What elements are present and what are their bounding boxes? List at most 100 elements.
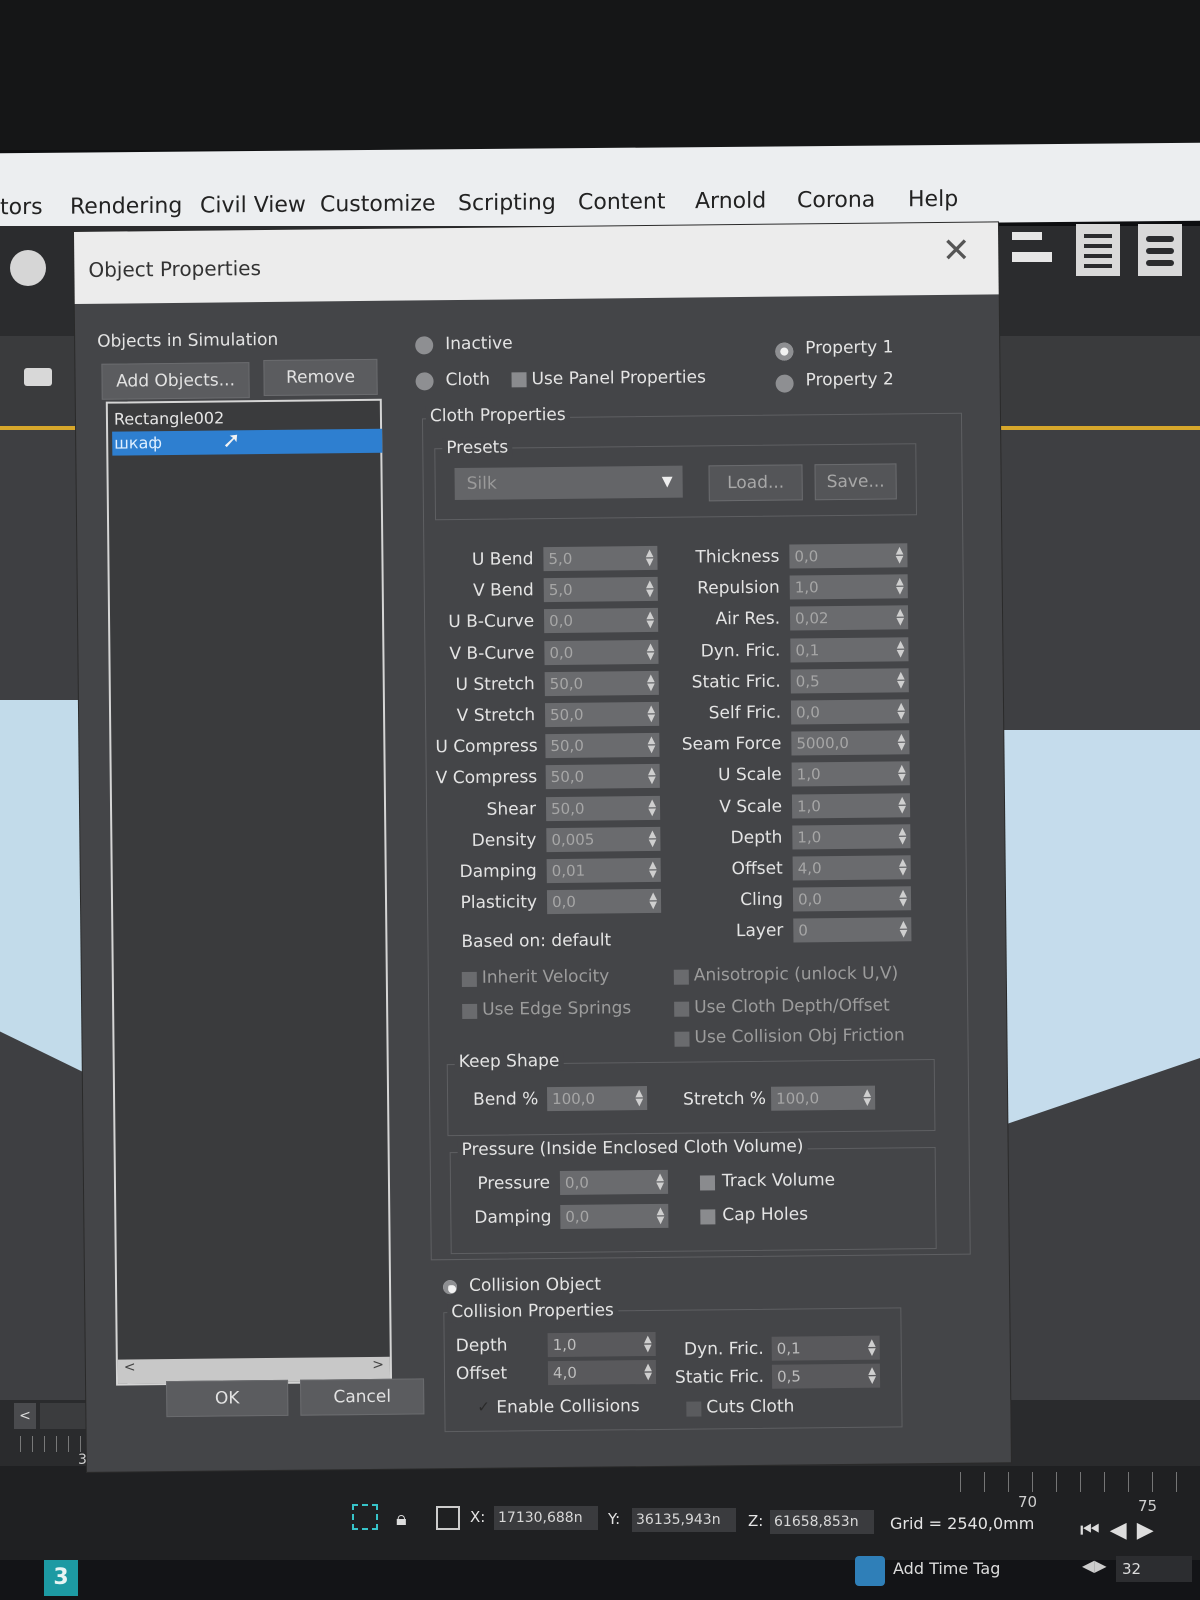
current-frame-field[interactable]: 32 [1116, 1556, 1192, 1582]
cap-holes-checkbox[interactable] [700, 1209, 716, 1225]
y-coordinate-field[interactable]: 36135,943n [632, 1508, 736, 1532]
spinner-arrows-icon[interactable]: ▲ ▼ [896, 577, 904, 597]
u-scale-spinner[interactable]: 1,0 ▲ ▼ [791, 761, 910, 787]
frame-step-icon[interactable]: ◀▶ [1082, 1556, 1107, 1575]
spinner-arrows-icon[interactable]: ▲ ▼ [647, 642, 655, 662]
cancel-button[interactable]: Cancel [300, 1378, 425, 1416]
x-coordinate-field[interactable]: 17130,688n [494, 1506, 598, 1530]
inherit-velocity-checkbox[interactable] [461, 971, 477, 987]
playback-controls[interactable]: ⏮◀▶ [1080, 1518, 1164, 1543]
spinner-arrows-icon[interactable]: ▲ ▼ [897, 639, 905, 659]
property1-radio[interactable] [775, 342, 794, 361]
selection-lock-icon[interactable] [352, 1504, 378, 1530]
damping-spinner[interactable]: 0,01 ▲ ▼ [546, 857, 661, 884]
u-bend-spinner[interactable]: 5,0 ▲ ▼ [543, 545, 658, 572]
z-coordinate-field[interactable]: 61658,853n [770, 1510, 874, 1534]
align-icon[interactable] [1012, 226, 1052, 274]
add-objects-button[interactable]: Add Objects... [101, 362, 250, 400]
spinner-arrows-icon[interactable]: ▲ ▼ [897, 701, 905, 721]
u-stretch-spinner[interactable]: 50,0 ▲ ▼ [544, 670, 659, 696]
lock-icon[interactable]: 🔒︎ [396, 1506, 407, 1530]
self-fric-spinner[interactable]: 0,0 ▲ ▼ [790, 699, 910, 725]
spinner-arrows-icon[interactable]: ▲ ▼ [898, 764, 906, 784]
spinner-arrows-icon[interactable]: ▲ ▼ [898, 795, 906, 815]
menu-item-arnold[interactable]: Arnold [695, 189, 766, 215]
menu-item-help[interactable]: Help [908, 187, 958, 212]
menu-item-rendering[interactable]: Rendering [70, 194, 182, 220]
layer-spinner[interactable]: 0 ▲ ▼ [793, 917, 912, 943]
scroll-right-icon[interactable]: > [372, 1357, 384, 1373]
cling-spinner[interactable]: 0,0 ▲ ▼ [792, 886, 912, 912]
preset-dropdown[interactable]: Silk ▼ [454, 465, 683, 501]
collision-object-radio[interactable] [442, 1280, 458, 1295]
spinner-arrows-icon[interactable]: ▲ ▼ [649, 891, 657, 911]
collision-dyn-fric-spinner[interactable]: 0,1 ▲ ▼ [771, 1335, 880, 1361]
v-scale-spinner[interactable]: 1,0 ▲ ▼ [791, 792, 911, 819]
spinner-arrows-icon[interactable]: ▲ ▼ [899, 857, 907, 877]
property2-radio[interactable] [775, 374, 794, 393]
snap-toggle-icon[interactable] [10, 250, 46, 286]
menu-item-civil-view[interactable]: Civil View [200, 193, 306, 219]
pressure-damping-spinner[interactable]: 0,0 ▲ ▼ [560, 1203, 669, 1229]
spinner-arrows-icon[interactable]: ▲ ▼ [900, 920, 908, 940]
spinner-arrows-icon[interactable]: ▲ ▼ [899, 826, 907, 846]
u-compress-spinner[interactable]: 50,0 ▲ ▼ [545, 733, 660, 759]
u-b-curve-spinner[interactable]: 0,0 ▲ ▼ [543, 608, 659, 634]
depth-spinner[interactable]: 1,0 ▲ ▼ [792, 824, 911, 850]
remove-button[interactable]: Remove [263, 358, 378, 397]
spinner-arrows-icon[interactable]: ▲ ▼ [648, 766, 656, 786]
spinner-arrows-icon[interactable]: ▲ ▼ [897, 670, 905, 690]
menu-item-tors[interactable]: tors [0, 195, 43, 220]
3dsmax-app-icon[interactable]: 3 [44, 1560, 78, 1596]
use-cloth-depth-checkbox[interactable] [674, 1001, 690, 1017]
collision-depth-spinner[interactable]: 1,0 ▲ ▼ [547, 1331, 656, 1358]
dialog-title-bar[interactable]: Object Properties ✕ [74, 222, 999, 304]
seam-force-spinner[interactable]: 5000,0 ▲ ▼ [791, 730, 910, 756]
spinner-arrows-icon[interactable]: ▲ ▼ [899, 889, 907, 909]
track-volume-checkbox[interactable] [699, 1175, 716, 1191]
spinner-arrows-icon[interactable]: ▲ ▼ [646, 548, 654, 568]
viewport-dropdown-icon[interactable] [24, 368, 52, 386]
use-collision-friction-checkbox[interactable] [674, 1031, 690, 1047]
spinner-arrows-icon[interactable]: ▲ ▼ [646, 610, 654, 630]
close-icon[interactable]: ✕ [936, 231, 976, 271]
v-b-curve-spinner[interactable]: 0,0 ▲ ▼ [544, 639, 659, 665]
v-compress-spinner[interactable]: 50,0 ▲ ▼ [545, 764, 660, 790]
spinner-arrows-icon[interactable]: ▲ ▼ [649, 860, 657, 880]
cloth-radio[interactable] [415, 372, 434, 391]
anisotropic-checkbox[interactable] [673, 969, 689, 985]
collision-static-fric-spinner[interactable]: 0,5 ▲ ▼ [771, 1363, 881, 1389]
save-preset-button[interactable]: Save... [814, 463, 897, 501]
menu-item-corona[interactable]: Corona [797, 188, 875, 214]
bend-percent-spinner[interactable]: 100,0 ▲ ▼ [546, 1086, 648, 1112]
use-panel-properties-checkbox[interactable] [511, 372, 527, 388]
v-stretch-spinner[interactable]: 50,0 ▲ ▼ [544, 701, 660, 728]
use-edge-springs-checkbox[interactable] [462, 1003, 478, 1019]
shear-spinner[interactable]: 50,0 ▲ ▼ [545, 795, 661, 821]
add-time-tag-button[interactable]: Add Time Tag [893, 1559, 1000, 1578]
pressure-spinner[interactable]: 0,0 ▲ ▼ [559, 1169, 669, 1195]
spinner-arrows-icon[interactable]: ▲ ▼ [896, 608, 904, 628]
air-res-spinner[interactable]: 0,02 ▲ ▼ [789, 605, 909, 631]
time-tag-icon[interactable] [855, 1556, 885, 1586]
menu-item-customize[interactable]: Customize [320, 191, 435, 217]
load-preset-button[interactable]: Load... [708, 464, 803, 502]
list-item[interactable]: шкаф [112, 428, 383, 456]
plasticity-spinner[interactable]: 0,0 ▲ ▼ [546, 889, 662, 915]
layer-manager-icon[interactable] [1138, 224, 1182, 276]
repulsion-spinner[interactable]: 1,0 ▲ ▼ [789, 574, 908, 600]
menu-item-content[interactable]: Content [578, 189, 666, 215]
spinner-arrows-icon[interactable]: ▲ ▼ [898, 733, 906, 753]
stretch-percent-spinner[interactable]: 100,0 ▲ ▼ [770, 1085, 876, 1111]
spinner-arrows-icon[interactable]: ▲ ▼ [648, 735, 656, 755]
list-item[interactable]: Rectangle002 [112, 405, 382, 432]
cuts-cloth-checkbox[interactable] [686, 1401, 702, 1417]
v-bend-spinner[interactable]: 5,0 ▲ ▼ [543, 577, 658, 603]
offset-spinner[interactable]: 4,0 ▲ ▼ [792, 855, 911, 881]
inactive-radio[interactable] [415, 336, 434, 355]
absolute-mode-icon[interactable] [436, 1506, 460, 1530]
spinner-arrows-icon[interactable]: ▲ ▼ [649, 829, 657, 849]
spinner-arrows-icon[interactable]: ▲ ▼ [896, 545, 904, 565]
scroll-left-icon[interactable]: < [124, 1359, 136, 1375]
menu-item-scripting[interactable]: Scripting [458, 190, 556, 216]
